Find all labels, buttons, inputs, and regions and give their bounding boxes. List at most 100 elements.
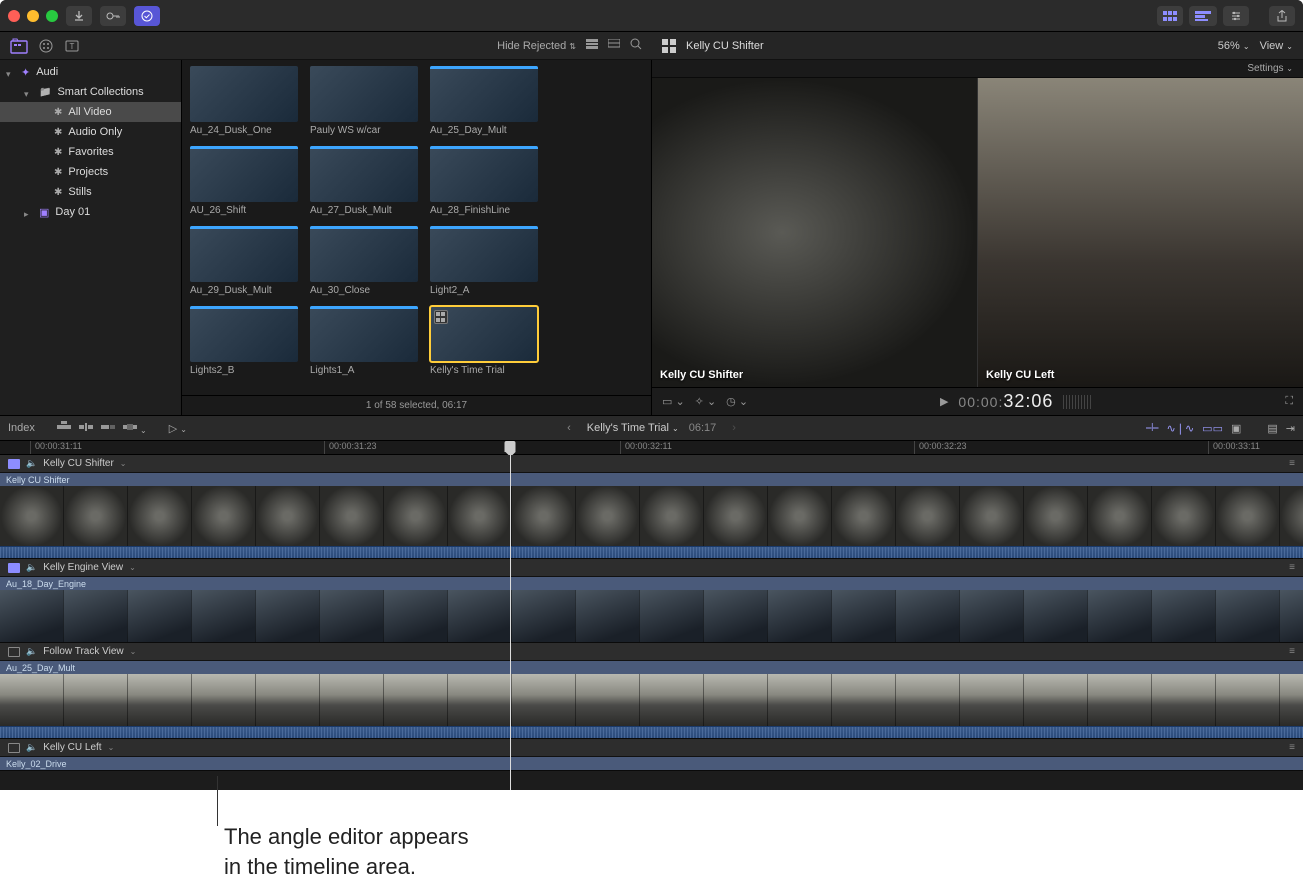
angle-lane[interactable]: 🔈Kelly CU Shifter⌄≡Kelly CU Shifter xyxy=(0,455,1303,559)
clip-thumbnail[interactable] xyxy=(310,306,418,362)
disclosure-icon[interactable] xyxy=(24,208,33,217)
chevron-down-icon[interactable]: ⌄ xyxy=(129,563,136,572)
angle-view-2[interactable]: Kelly CU Left xyxy=(977,78,1303,387)
browser-clip[interactable]: Light2_A xyxy=(430,226,538,296)
timeline-title[interactable]: Kelly's Time Trial ⌄ xyxy=(587,422,679,434)
clip-thumbnail[interactable] xyxy=(190,306,298,362)
lane-header[interactable]: 🔈Kelly Engine View⌄≡ xyxy=(0,559,1303,577)
monitor-audio-icon[interactable]: 🔈 xyxy=(26,742,37,753)
skimming-icon[interactable]: ⎯❘⎯ xyxy=(1146,422,1159,435)
sidebar-item-projects[interactable]: Projects xyxy=(0,162,181,182)
search-icon[interactable] xyxy=(630,38,642,53)
list-view-icon[interactable] xyxy=(608,39,620,52)
overwrite-clip-icon[interactable]: ⌄ xyxy=(123,421,147,436)
disclosure-icon[interactable] xyxy=(24,88,33,97)
chevron-down-icon[interactable]: ⌄ xyxy=(120,459,127,468)
titles-icon[interactable]: T xyxy=(64,38,80,54)
keyword-button[interactable] xyxy=(100,6,126,26)
sidebar-item-all-video[interactable]: All Video xyxy=(0,102,181,122)
timeline-ruler[interactable]: 00:00:31:11 00:00:31:23 00:00:32:11 00:0… xyxy=(0,441,1303,455)
monitor-audio-icon[interactable]: 🔈 xyxy=(26,458,37,469)
sidebar-library[interactable]: ✦ Audi xyxy=(0,62,181,82)
clip-thumbnail[interactable] xyxy=(190,66,298,122)
audio-skimming-icon[interactable]: ∿❘∿ xyxy=(1167,422,1195,435)
solo-icon[interactable]: ▭▭ xyxy=(1202,422,1223,435)
clip-appearance-icon[interactable]: ▤ xyxy=(1267,422,1277,435)
clip-appearance-icon[interactable] xyxy=(586,39,598,52)
disclosure-icon[interactable] xyxy=(6,68,15,77)
browser-clip[interactable]: Au_25_Day_Mult xyxy=(430,66,538,136)
lane-menu-icon[interactable]: ≡ xyxy=(1289,562,1295,573)
clip-thumbnail[interactable] xyxy=(310,226,418,282)
library-icon[interactable] xyxy=(10,38,28,54)
clip-thumbnail[interactable] xyxy=(430,66,538,122)
snapping-icon[interactable]: ▣ xyxy=(1231,422,1241,435)
lane-header[interactable]: 🔈Kelly CU Shifter⌄≡ xyxy=(0,455,1303,473)
append-clip-icon[interactable] xyxy=(101,421,115,436)
browser-clip[interactable]: Au_24_Dusk_One xyxy=(190,66,298,136)
lane-header[interactable]: 🔈Kelly CU Left⌄≡ xyxy=(0,739,1303,757)
lane-menu-icon[interactable]: ≡ xyxy=(1289,646,1295,657)
share-button[interactable] xyxy=(1269,6,1295,26)
browser-clip[interactable]: Lights1_A xyxy=(310,306,418,376)
fullscreen-icon[interactable]: ⛶ xyxy=(1285,395,1293,408)
angle-view-1[interactable]: Kelly CU Shifter xyxy=(652,78,977,387)
enhance-dropdown[interactable]: ✧ ⌄ xyxy=(695,395,717,408)
browser-clip[interactable]: Lights2_B xyxy=(190,306,298,376)
playhead[interactable] xyxy=(505,441,516,452)
chevron-down-icon[interactable]: ⌄ xyxy=(130,647,137,656)
monitor-video-icon[interactable] xyxy=(8,743,20,753)
toggle-browser[interactable] xyxy=(1157,6,1183,26)
browser-clip[interactable]: Kelly's Time Trial xyxy=(430,306,538,376)
monitor-audio-icon[interactable]: 🔈 xyxy=(26,562,37,573)
angle-lane[interactable]: 🔈Follow Track View⌄≡Au_25_Day_Mult xyxy=(0,643,1303,739)
monitor-video-icon[interactable] xyxy=(8,563,20,573)
sidebar-item-audio-only[interactable]: Audio Only xyxy=(0,122,181,142)
lane-menu-icon[interactable]: ≡ xyxy=(1289,458,1295,469)
clip-thumbnail[interactable] xyxy=(190,146,298,202)
monitor-audio-icon[interactable]: 🔈 xyxy=(26,646,37,657)
browser-clip[interactable]: Pauly WS w/car xyxy=(310,66,418,136)
settings-dropdown[interactable]: Settings ⌄ xyxy=(1247,63,1293,74)
sidebar-item-stills[interactable]: Stills xyxy=(0,182,181,202)
lane-filmstrip[interactable] xyxy=(0,674,1303,726)
browser-clip[interactable]: Au_29_Dusk_Mult xyxy=(190,226,298,296)
sidebar-item-favorites[interactable]: Favorites xyxy=(0,142,181,162)
timecode-display[interactable]: 00:00:32:06 xyxy=(958,391,1053,412)
lane-menu-icon[interactable]: ≡ xyxy=(1289,742,1295,753)
monitor-video-icon[interactable] xyxy=(8,459,20,469)
insert-clip-icon[interactable] xyxy=(79,421,93,436)
monitor-video-icon[interactable] xyxy=(8,647,20,657)
lane-filmstrip[interactable] xyxy=(0,486,1303,546)
toggle-timeline[interactable] xyxy=(1189,6,1217,26)
zoom-window[interactable] xyxy=(46,10,58,22)
chevron-down-icon[interactable]: ⌄ xyxy=(108,743,115,752)
clip-thumbnail[interactable] xyxy=(430,226,538,282)
browser-clip[interactable]: AU_26_Shift xyxy=(190,146,298,216)
minimize-window[interactable] xyxy=(27,10,39,22)
clip-thumbnail[interactable] xyxy=(430,306,538,362)
clip-thumbnail[interactable] xyxy=(190,226,298,282)
zoom-dropdown[interactable]: 56% ⌄ xyxy=(1218,40,1250,52)
tool-dropdown[interactable]: ▷ ⌄ xyxy=(169,422,187,435)
clip-thumbnail[interactable] xyxy=(310,66,418,122)
sidebar-smart-collections[interactable]: Smart Collections xyxy=(0,82,181,102)
browser-clip[interactable]: Au_28_FinishLine xyxy=(430,146,538,216)
filter-dropdown[interactable]: Hide Rejected ⇅ xyxy=(497,40,576,52)
angle-editor-timeline[interactable]: 🔈Kelly CU Shifter⌄≡Kelly CU Shifter🔈Kell… xyxy=(0,455,1303,790)
angle-grid-icon[interactable] xyxy=(662,39,676,53)
clip-thumbnail[interactable] xyxy=(310,146,418,202)
index-button[interactable]: Index xyxy=(8,422,35,434)
angle-lane[interactable]: 🔈Kelly Engine View⌄≡Au_18_Day_Engine xyxy=(0,559,1303,643)
angle-lane[interactable]: 🔈Kelly CU Left⌄≡Kelly_02_Drive xyxy=(0,739,1303,771)
clip-thumbnail[interactable] xyxy=(430,146,538,202)
timeline-forward[interactable]: › xyxy=(726,422,742,434)
view-dropdown[interactable]: View ⌄ xyxy=(1260,40,1293,52)
sidebar-event-day01[interactable]: ▣ Day 01 xyxy=(0,202,181,222)
timeline-back[interactable]: ‹ xyxy=(561,422,577,434)
play-button[interactable]: ▶ xyxy=(940,395,948,408)
background-tasks-button[interactable] xyxy=(134,6,160,26)
browser-clip[interactable]: Au_30_Close xyxy=(310,226,418,296)
timeline-jump-icon[interactable]: ⇥ xyxy=(1286,422,1295,435)
retime-dropdown[interactable]: ◷ ⌄ xyxy=(726,395,748,408)
